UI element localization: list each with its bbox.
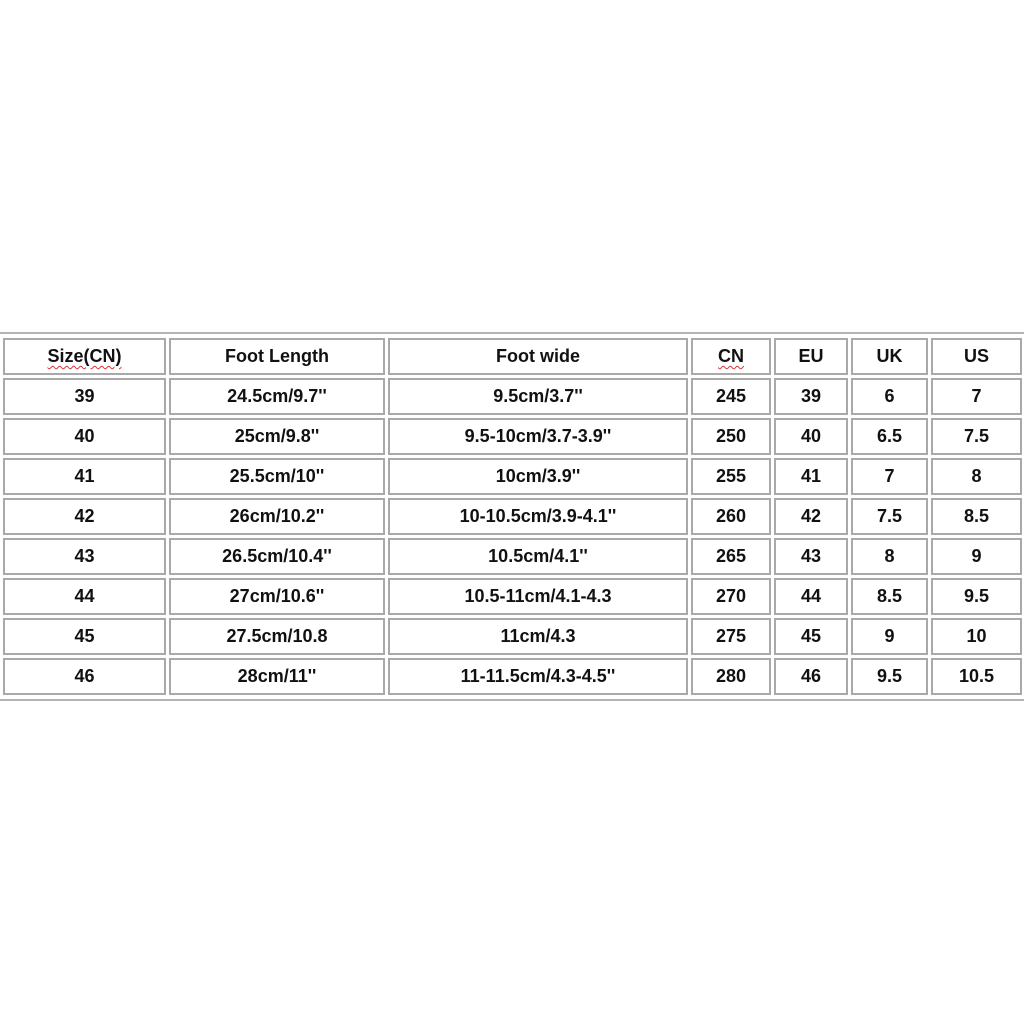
cell-foot-length: 25cm/9.8'' — [169, 418, 385, 455]
header-foot-wide: Foot wide — [388, 338, 688, 375]
cell-eu: 42 — [774, 498, 848, 535]
cell-foot-wide: 9.5-10cm/3.7-3.9'' — [388, 418, 688, 455]
cell-uk: 6.5 — [851, 418, 928, 455]
cell-foot-length: 26.5cm/10.4'' — [169, 538, 385, 575]
cell-cn: 245 — [691, 378, 771, 415]
table-row: 39 24.5cm/9.7'' 9.5cm/3.7'' 245 39 6 7 — [3, 378, 1022, 415]
header-size-cn: Size(CN) — [3, 338, 166, 375]
cell-us: 7 — [931, 378, 1022, 415]
cell-size-cn: 40 — [3, 418, 166, 455]
cell-uk: 8 — [851, 538, 928, 575]
table-row: 42 26cm/10.2'' 10-10.5cm/3.9-4.1'' 260 42 7.5… — [3, 498, 1022, 535]
cell-uk: 7 — [851, 458, 928, 495]
cell-foot-wide: 9.5cm/3.7'' — [388, 378, 688, 415]
header-cn-label: CN — [718, 346, 744, 366]
cell-eu: 41 — [774, 458, 848, 495]
table-row: 41 25.5cm/10'' 10cm/3.9'' 255 41 7 8 — [3, 458, 1022, 495]
cell-foot-length: 26cm/10.2'' — [169, 498, 385, 535]
cell-size-cn: 43 — [3, 538, 166, 575]
cell-size-cn: 46 — [3, 658, 166, 695]
cell-size-cn: 39 — [3, 378, 166, 415]
cell-cn: 270 — [691, 578, 771, 615]
cell-size-cn: 41 — [3, 458, 166, 495]
cell-eu: 44 — [774, 578, 848, 615]
cell-us: 7.5 — [931, 418, 1022, 455]
table-row: 46 28cm/11'' 11-11.5cm/4.3-4.5'' 280 46 9.5 10… — [3, 658, 1022, 695]
size-table: Size(CN) Foot Length Foot wide CN EU UK … — [0, 335, 1024, 698]
cell-foot-length: 24.5cm/9.7'' — [169, 378, 385, 415]
cell-cn: 275 — [691, 618, 771, 655]
cell-cn: 255 — [691, 458, 771, 495]
cell-foot-wide: 10cm/3.9'' — [388, 458, 688, 495]
table-row: 43 26.5cm/10.4'' 10.5cm/4.1'' 265 43 8 9 — [3, 538, 1022, 575]
cell-eu: 43 — [774, 538, 848, 575]
cell-us: 8.5 — [931, 498, 1022, 535]
cell-uk: 6 — [851, 378, 928, 415]
cell-foot-length: 28cm/11'' — [169, 658, 385, 695]
cell-us: 9.5 — [931, 578, 1022, 615]
cell-uk: 9.5 — [851, 658, 928, 695]
cell-foot-length: 27cm/10.6'' — [169, 578, 385, 615]
cell-foot-length: 25.5cm/10'' — [169, 458, 385, 495]
cell-size-cn: 44 — [3, 578, 166, 615]
header-size-cn-label: Size(CN) — [47, 346, 122, 366]
cell-uk: 9 — [851, 618, 928, 655]
cell-cn: 280 — [691, 658, 771, 695]
table-row: 44 27cm/10.6'' 10.5-11cm/4.1-4.3 270 44 8.5 9.… — [3, 578, 1022, 615]
table-row: 40 25cm/9.8'' 9.5-10cm/3.7-3.9'' 250 40 6.5 7.… — [3, 418, 1022, 455]
cell-cn: 250 — [691, 418, 771, 455]
cell-cn: 260 — [691, 498, 771, 535]
cell-us: 9 — [931, 538, 1022, 575]
header-row: Size(CN) Foot Length Foot wide CN EU UK … — [3, 338, 1022, 375]
cell-foot-length: 27.5cm/10.8 — [169, 618, 385, 655]
table-row: 45 27.5cm/10.8 11cm/4.3 275 45 9 10 — [3, 618, 1022, 655]
cell-foot-wide: 10.5-11cm/4.1-4.3 — [388, 578, 688, 615]
cell-foot-wide: 11-11.5cm/4.3-4.5'' — [388, 658, 688, 695]
header-us: US — [931, 338, 1022, 375]
cell-uk: 7.5 — [851, 498, 928, 535]
size-chart: Size(CN) Foot Length Foot wide CN EU UK … — [0, 332, 1024, 701]
cell-us: 8 — [931, 458, 1022, 495]
cell-eu: 45 — [774, 618, 848, 655]
cell-size-cn: 42 — [3, 498, 166, 535]
cell-foot-wide: 11cm/4.3 — [388, 618, 688, 655]
cell-eu: 39 — [774, 378, 848, 415]
cell-size-cn: 45 — [3, 618, 166, 655]
cell-eu: 46 — [774, 658, 848, 695]
cell-us: 10 — [931, 618, 1022, 655]
cell-cn: 265 — [691, 538, 771, 575]
cell-foot-wide: 10.5cm/4.1'' — [388, 538, 688, 575]
header-uk: UK — [851, 338, 928, 375]
cell-us: 10.5 — [931, 658, 1022, 695]
cell-eu: 40 — [774, 418, 848, 455]
cell-foot-wide: 10-10.5cm/3.9-4.1'' — [388, 498, 688, 535]
header-foot-length: Foot Length — [169, 338, 385, 375]
header-eu: EU — [774, 338, 848, 375]
header-cn: CN — [691, 338, 771, 375]
cell-uk: 8.5 — [851, 578, 928, 615]
